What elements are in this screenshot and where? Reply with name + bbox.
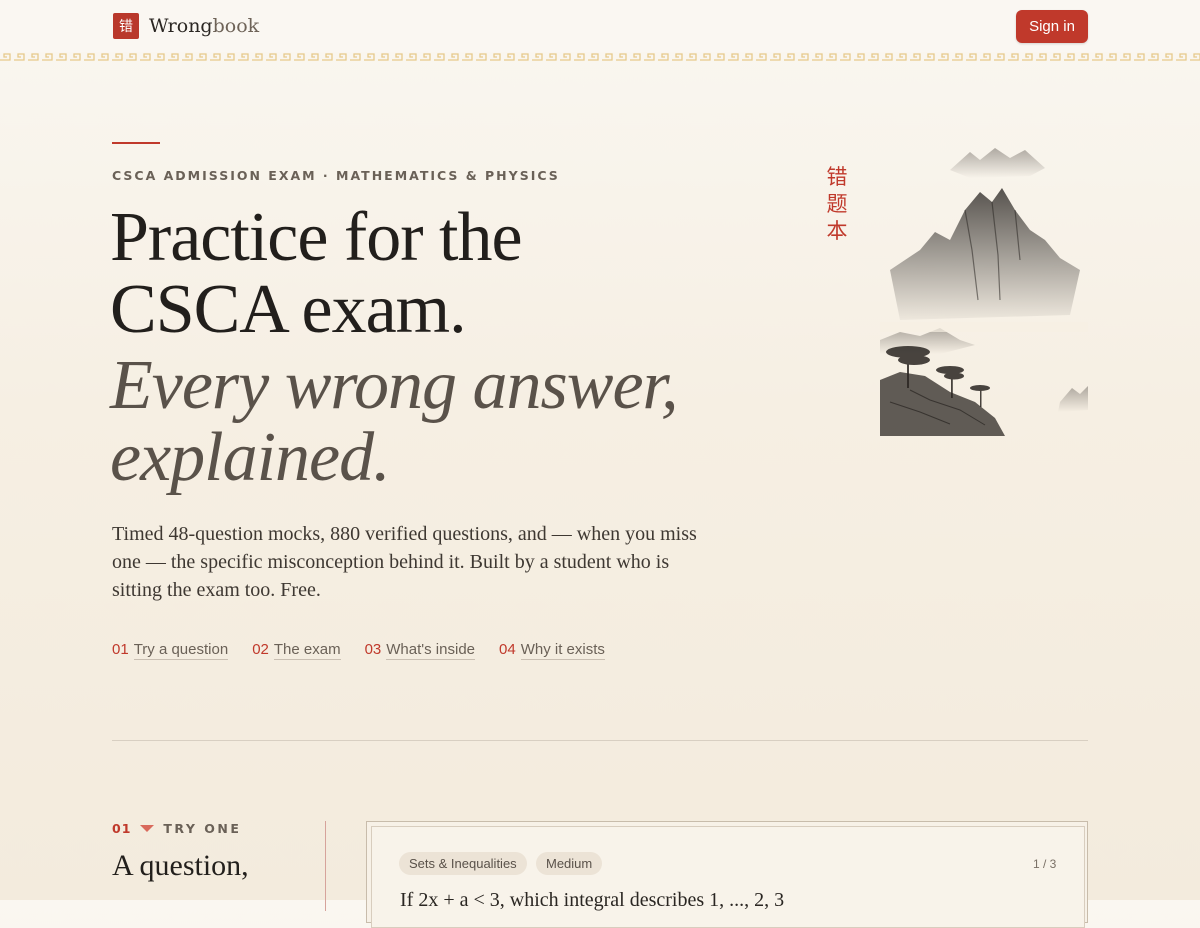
- brand-name-rest: book: [212, 15, 260, 37]
- greek-key-border: [0, 52, 1200, 62]
- nav-link-label: Try a question: [133, 641, 229, 660]
- topic-tag: Sets & Inequalities: [399, 852, 527, 875]
- nav-link-try-question[interactable]: 01 Try a question: [112, 641, 229, 660]
- logo-seal-icon: 错: [113, 13, 139, 39]
- nav-link-the-exam[interactable]: 02 The exam: [252, 641, 341, 660]
- vertical-char: 题: [826, 192, 848, 216]
- triangle-down-icon: [140, 825, 155, 832]
- hero-eyebrow: CSCA ADMISSION EXAM · MATHEMATICS & PHYS…: [112, 168, 560, 183]
- hero-title: Practice for the CSCA exam.: [110, 199, 523, 348]
- hero-subtitle: Every wrong answer, explained.: [110, 347, 679, 496]
- nav-link-whats-inside[interactable]: 03 What's inside: [365, 641, 475, 660]
- section-label-text: TRY ONE: [163, 821, 242, 836]
- section-vertical-rule: [325, 821, 326, 911]
- vertical-char: 错: [826, 165, 848, 189]
- hero-subtitle-line-1: Every wrong answer,: [110, 347, 679, 424]
- nav-link-why-it-exists[interactable]: 04 Why it exists: [499, 641, 605, 660]
- question-counter: 1 / 3: [1033, 857, 1057, 871]
- nav-link-number: 03: [364, 641, 382, 658]
- nav-link-label: What's inside: [386, 641, 475, 660]
- section-number: 01: [112, 821, 132, 836]
- hero-title-line-1: Practice for the: [110, 199, 523, 276]
- hero-title-line-2: CSCA exam.: [110, 271, 467, 348]
- question-card: [371, 826, 1085, 928]
- vertical-chinese-title: 错 题 本: [824, 164, 850, 245]
- section-nav: 01 Try a question 02 The exam 03 What's ins…: [112, 641, 605, 660]
- vertical-char: 本: [826, 219, 848, 243]
- section-label: 01 TRY ONE: [112, 821, 241, 836]
- difficulty-tag: Medium: [536, 852, 603, 875]
- nav-link-number: 02: [252, 641, 269, 658]
- brand-name: Wrongbook: [149, 15, 259, 37]
- brand-logo[interactable]: 错 Wrongbook: [113, 13, 259, 39]
- sign-in-button[interactable]: Sign in: [1016, 10, 1088, 43]
- brand-name-main: Wrong: [149, 15, 213, 37]
- section-title: A question,: [112, 849, 249, 882]
- nav-link-label: The exam: [273, 641, 341, 660]
- question-text: If 2x + a < 3, which integral describes …: [400, 889, 785, 911]
- ink-mountain-illustration: [880, 148, 1088, 436]
- nav-link-number: 04: [499, 641, 516, 658]
- accent-rule: [112, 142, 160, 144]
- hero-description: Timed 48-question mocks, 880 verified qu…: [112, 523, 697, 601]
- hero-subtitle-line-2: explained.: [110, 419, 391, 496]
- nav-link-label: Why it exists: [520, 641, 605, 660]
- nav-link-number: 01: [112, 641, 129, 658]
- section-divider: [112, 740, 1088, 741]
- site-header: 错 Wrongbook Sign in: [0, 0, 1200, 52]
